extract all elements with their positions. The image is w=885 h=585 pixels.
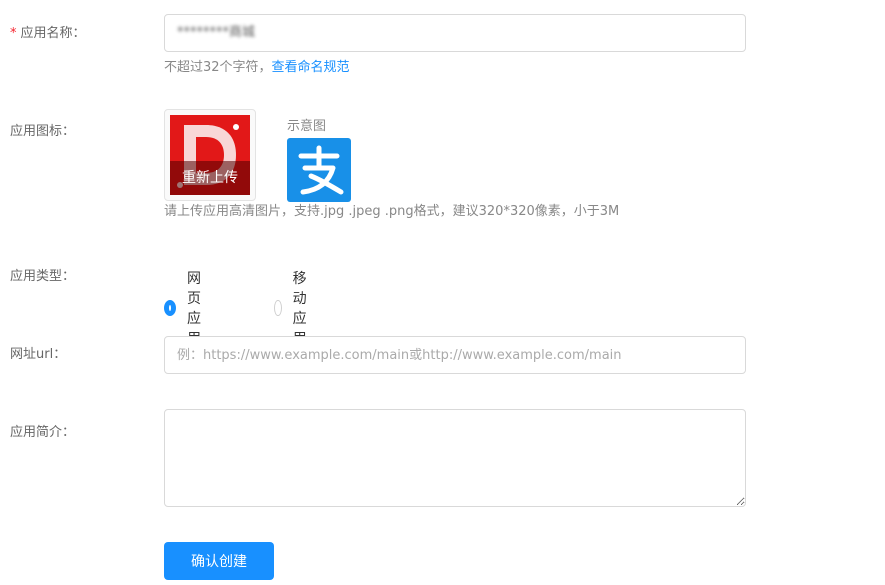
description-label: 应用简介：: [10, 425, 76, 440]
description-textarea[interactable]: [164, 409, 746, 507]
icon-uploader[interactable]: 重新上传: [164, 109, 256, 201]
naming-rules-link[interactable]: 查看命名规范: [272, 60, 350, 75]
radio-unchecked-icon: [274, 300, 282, 316]
preview-label: 示意图: [287, 119, 327, 134]
url-input[interactable]: [164, 336, 746, 374]
radio-checked-icon: [164, 300, 176, 316]
reupload-button[interactable]: 重新上传: [170, 161, 250, 195]
alipay-icon: [287, 138, 351, 202]
icon-help: 请上传应用高清图片，支持.jpg .jpeg .png格式，建议320*320像…: [164, 204, 620, 219]
url-label: 网址url：: [10, 347, 67, 362]
app-name-help-text: 不超过32个字符，: [164, 60, 272, 75]
app-name-help: 不超过32个字符，查看命名规范: [164, 59, 350, 77]
app-name-label-text: 应用名称：: [20, 26, 86, 41]
confirm-create-button[interactable]: 确认创建: [164, 542, 274, 580]
app-type-label: 应用类型：: [10, 269, 76, 284]
app-icon-label: 应用图标：: [10, 124, 76, 139]
app-name-input[interactable]: ********商城: [164, 14, 746, 52]
app-name-label: * 应用名称：: [10, 25, 86, 43]
required-mark: *: [10, 26, 17, 41]
app-name-value: ********商城: [177, 25, 256, 40]
app-logo-icon: 重新上传: [170, 115, 250, 195]
